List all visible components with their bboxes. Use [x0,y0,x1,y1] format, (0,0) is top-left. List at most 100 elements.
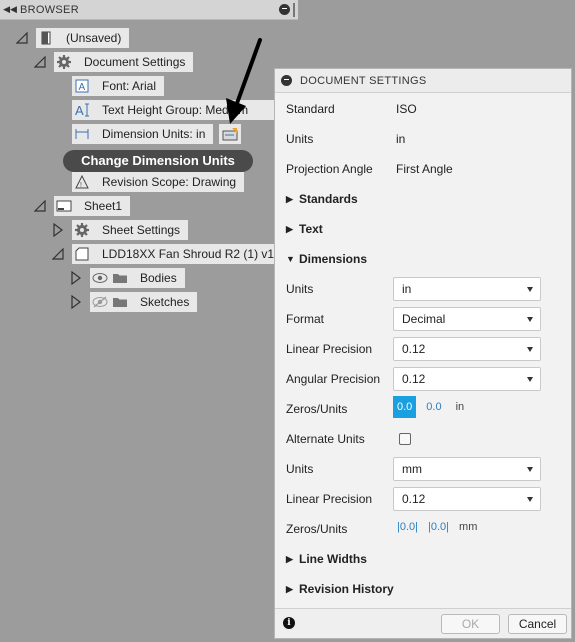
units-row: Units in [286,127,561,151]
linear-precision-select[interactable]: 0.12 [393,337,541,361]
panel-footer: i OK Cancel [275,608,571,638]
format-select[interactable]: Decimal [393,307,541,331]
alt-zeros-units-label: Zeros/Units [286,522,348,536]
alternate-units-row: Alternate Units [286,427,561,451]
units-suffix-toggle[interactable]: in [456,401,465,413]
projection-label: Projection Angle [286,162,373,176]
expand-document-settings-icon[interactable] [34,56,46,68]
trailing-zero-toggle[interactable]: 0.0 [422,396,445,418]
projection-value: First Angle [396,162,453,176]
section-text[interactable]: ▶ Text [286,219,323,239]
alt-units-suffix-toggle[interactable]: mm [459,521,477,533]
section-standards[interactable]: ▶ Standards [286,189,358,209]
tree-item-bodies[interactable]: Bodies [90,268,185,288]
gear-icon [54,52,74,72]
info-icon[interactable]: i [283,617,295,629]
chevron-down-icon [527,467,533,472]
caret-right-icon: ▶ [286,193,293,204]
linear-precision-value: 0.12 [402,342,426,356]
expand-bodies-icon[interactable] [71,271,81,285]
expand-sheet1-icon[interactable] [34,200,46,212]
tree-item-root[interactable]: (Unsaved) [36,28,130,48]
text-height-icon: A [72,100,92,120]
standard-label: Standard [286,102,335,116]
tree-item-dimension-units-label: Dimension Units: in [102,127,206,141]
tree-item-component-label: LDD18XX Fan Shroud R2 (1) v1 [102,247,275,261]
alt-trailing-zero-toggle[interactable]: |0.0| [424,516,453,538]
tree-item-sketches[interactable]: Sketches [90,292,198,312]
svg-text:!: ! [80,182,82,189]
alt-units-value: mm [402,462,422,476]
component-icon [72,244,92,264]
folder-icon [110,292,130,312]
collapse-browser-icon[interactable]: ◀◀ [0,4,20,15]
svg-text:A: A [75,103,84,117]
alt-linear-precision-select[interactable]: 0.12 [393,487,541,511]
tree-item-component[interactable]: LDD18XX Fan Shroud R2 (1) v1 [72,244,283,264]
section-dimensions[interactable]: ▼ Dimensions [286,249,367,269]
ok-button[interactable]: OK [441,614,500,634]
document-icon [36,28,56,48]
tree-item-dimension-units[interactable]: Dimension Units: in [72,124,214,144]
alt-linear-precision-value: 0.12 [402,492,426,506]
expand-sheet-settings-icon[interactable] [53,223,63,237]
dim-units-select[interactable]: in [393,277,541,301]
angular-precision-label: Angular Precision [286,372,381,386]
section-revision-history[interactable]: ▶ Revision History [286,579,394,599]
panel-title: DOCUMENT SETTINGS [300,74,427,87]
alt-zeros-units-options: |0.0| |0.0| mm [393,516,477,538]
caret-right-icon: ▶ [286,223,293,234]
document-settings-panel: – DOCUMENT SETTINGS Standard ISO Units i… [274,68,572,639]
section-revision-history-label: Revision History [299,582,394,596]
section-line-widths[interactable]: ▶ Line Widths [286,549,367,569]
units-value: in [396,132,406,146]
edit-units-icon [222,128,238,141]
tree-item-font[interactable]: A Font: Arial [72,76,165,96]
tree-item-revision-scope[interactable]: ! Revision Scope: Drawing [72,172,245,192]
expand-component-icon[interactable] [52,248,64,260]
dimension-icon [72,124,92,144]
collapse-panel-icon[interactable]: – [279,4,290,15]
section-line-widths-label: Line Widths [299,552,367,566]
chevron-down-icon [527,377,533,382]
cancel-button[interactable]: Cancel [508,614,567,634]
collapse-panel-icon[interactable]: – [281,75,292,86]
leading-zero-toggle[interactable]: 0.0 [393,396,417,418]
alternate-units-checkbox[interactable] [399,433,411,445]
alt-units-select[interactable]: mm [393,457,541,481]
folder-icon [110,268,130,288]
expand-root-icon[interactable] [16,32,28,44]
browser-header: ◀◀ BROWSER – [0,0,298,20]
angular-precision-select[interactable]: 0.12 [393,367,541,391]
projection-row: Projection Angle First Angle [286,157,561,181]
section-dimensions-label: Dimensions [299,252,368,266]
tree-item-sheet-settings[interactable]: Sheet Settings [72,220,189,240]
caret-right-icon: ▶ [286,553,293,564]
annotation-arrow-icon [226,38,262,124]
section-text-label: Text [299,222,323,236]
tree-item-sheet1[interactable]: Sheet1 [54,196,131,216]
browser-title: BROWSER [20,3,79,16]
eye-hidden-icon[interactable] [90,292,110,312]
dim-units-label: Units [286,282,314,296]
section-standards-label: Standards [299,192,358,206]
tree-item-document-settings[interactable]: Document Settings [54,52,194,72]
sheet-icon [54,196,74,216]
alt-leading-zero-toggle[interactable]: |0.0| [393,516,422,538]
zeros-units-options: 0.0 0.0 in [393,396,464,418]
tree-item-root-label: (Unsaved) [66,31,122,45]
standard-row: Standard ISO [286,97,561,121]
eye-icon[interactable] [90,268,110,288]
standard-value: ISO [396,102,417,116]
zeros-units-label: Zeros/Units [286,402,348,416]
tree-item-sheet-settings-label: Sheet Settings [102,223,181,237]
tree-item-sketches-label: Sketches [140,295,190,309]
chevron-down-icon [527,287,533,292]
gear-icon [72,220,92,240]
resize-grip-icon[interactable] [293,3,295,17]
expand-sketches-icon[interactable] [71,295,81,309]
font-icon: A [72,76,92,96]
format-label: Format [286,312,325,326]
alternate-units-label: Alternate Units [286,432,365,446]
tree-item-font-label: Font: Arial [102,79,157,93]
